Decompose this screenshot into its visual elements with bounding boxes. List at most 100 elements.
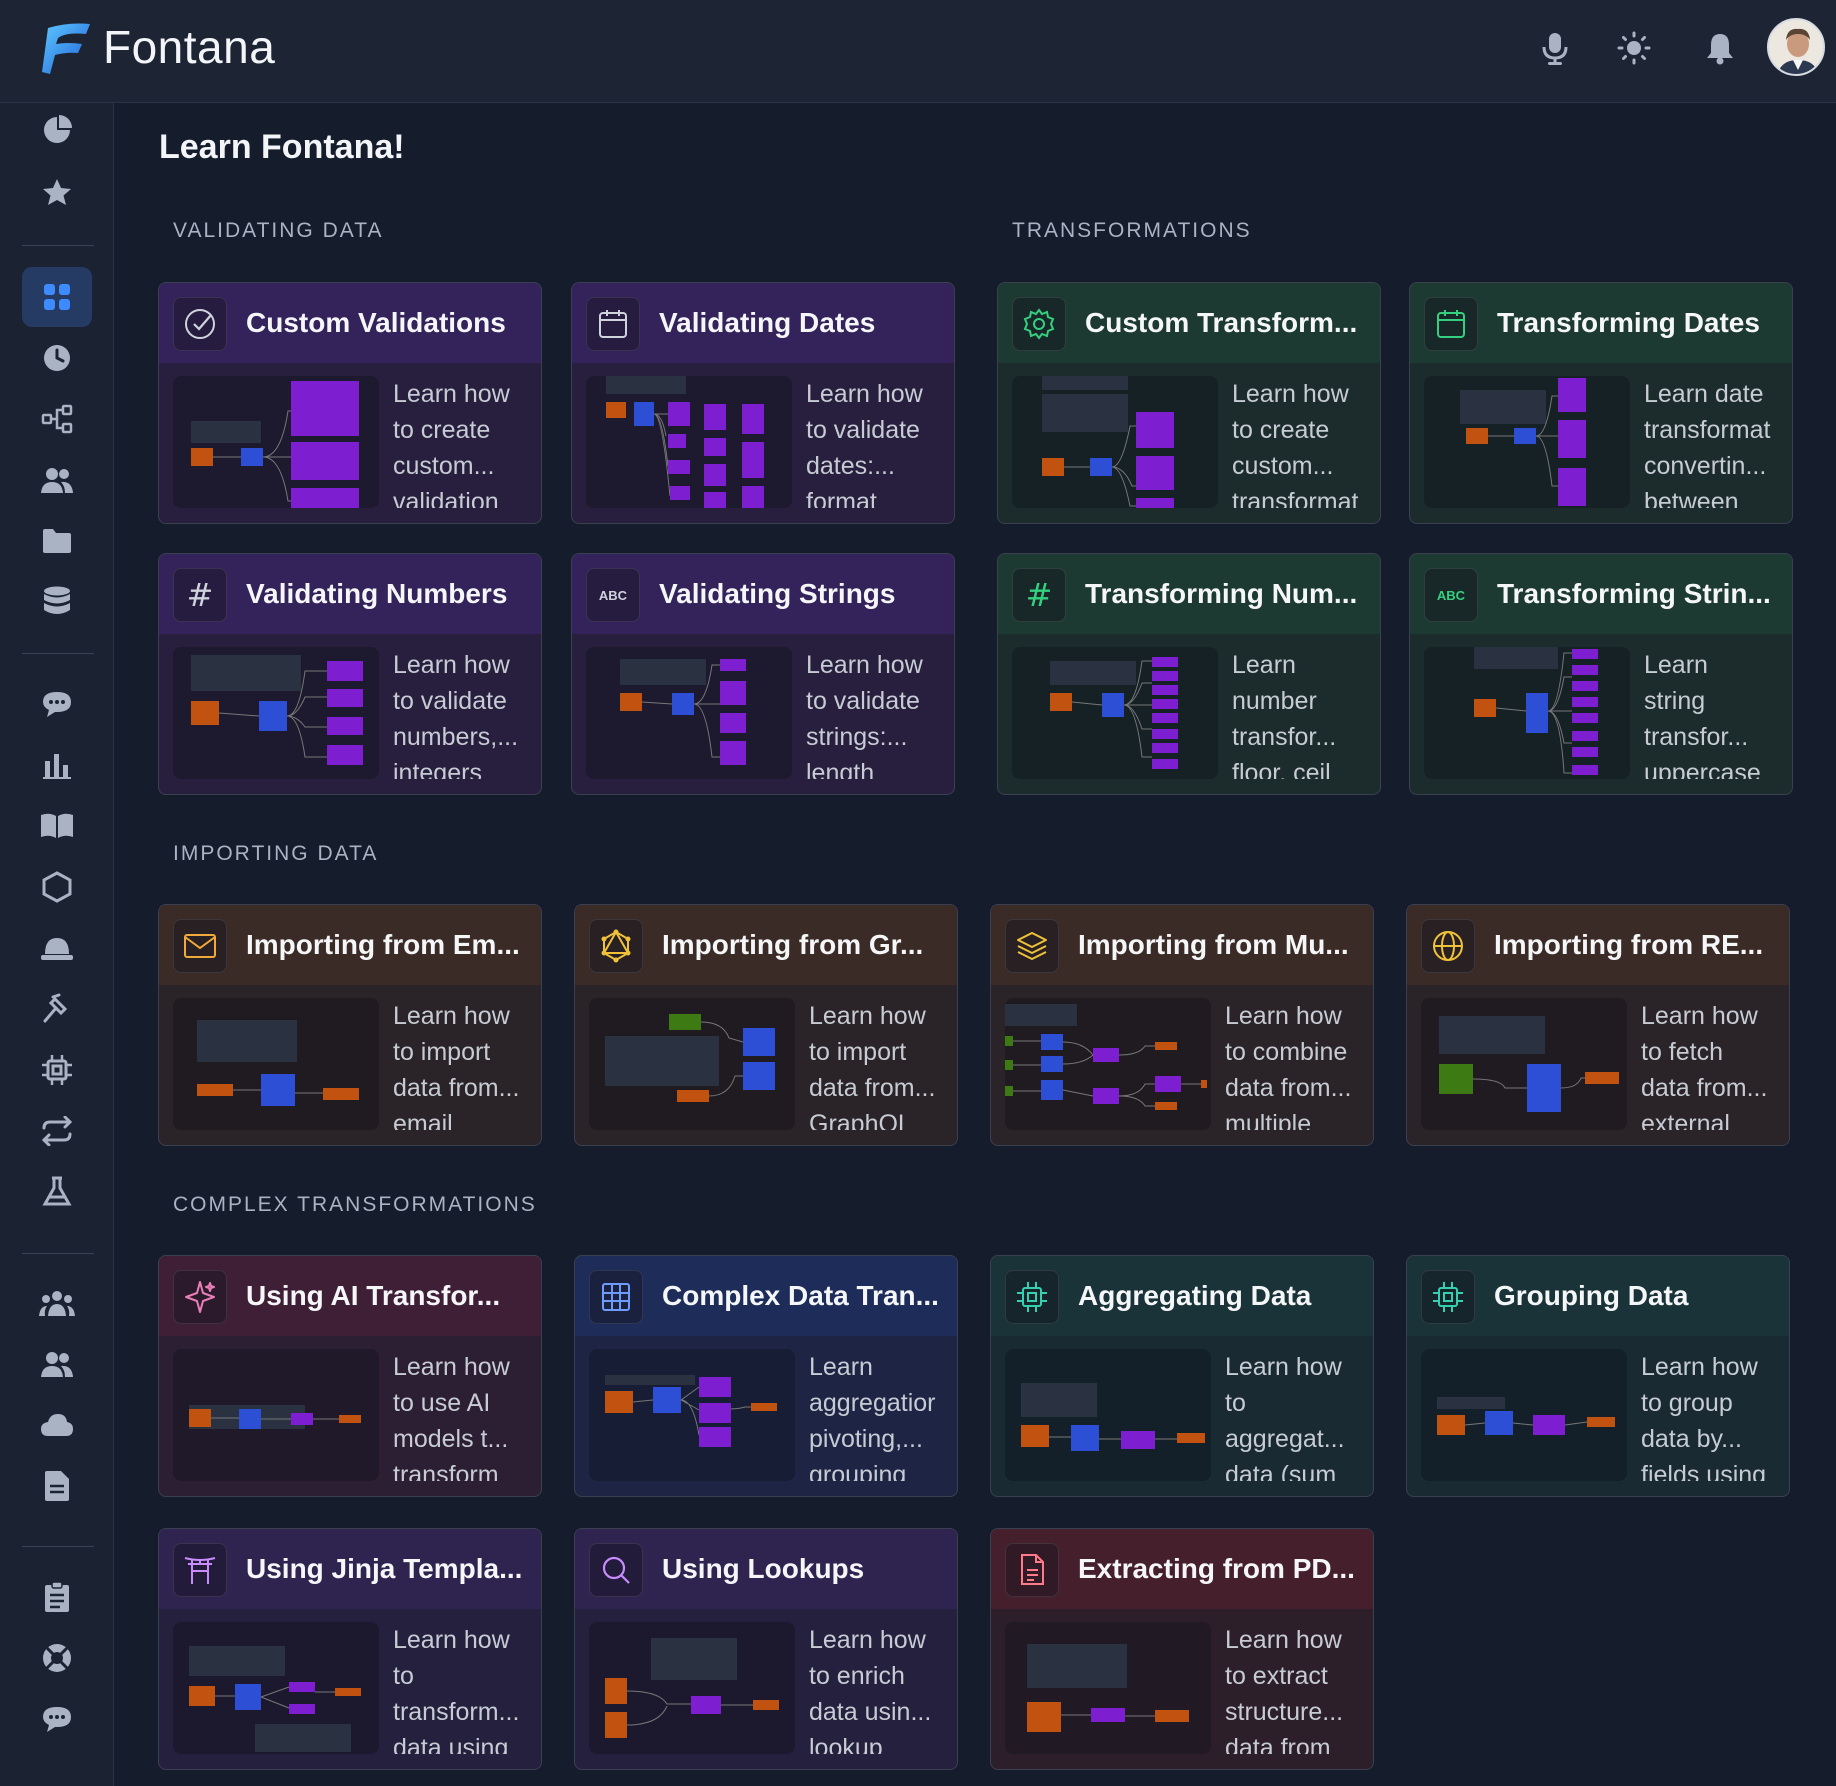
sidebar [0,103,114,1786]
star-icon[interactable] [22,162,92,222]
layers-icon [1005,919,1059,973]
users-icon[interactable] [22,450,92,510]
card-custom-transform[interactable]: Custom Transform... Learn how to create cu… [997,282,1381,524]
book-icon[interactable] [22,796,92,856]
fontana-logo[interactable] [38,20,94,76]
card-thumbnail [589,1349,795,1481]
card-pdf[interactable]: Extracting from PD... Learn how to extrac… [990,1528,1374,1770]
card-header: Validating Dates [572,283,954,363]
card-validating-strings[interactable]: ABC Validating Strings Learn how to valid… [571,553,955,795]
card-description: Learn how to import data from... email [393,1002,520,1130]
mail-icon [173,919,227,973]
cpu-icon [1421,1270,1475,1324]
calendar-icon [1424,297,1478,351]
sun-icon[interactable] [1614,28,1654,68]
card-transforming-dates[interactable]: Transforming Dates Learn date transformat… [1409,282,1793,524]
card-validating-numbers[interactable]: # Validating Numbers Learn how to validat… [158,553,542,795]
message-icon[interactable] [22,1689,92,1749]
repeat-icon[interactable] [22,1101,92,1161]
team-icon[interactable] [22,1273,92,1333]
card-header: Importing from RE... [1407,905,1789,985]
card-header: Using Lookups [575,1529,957,1609]
card-lookups[interactable]: Using Lookups Learn how to enrich data usi… [574,1528,958,1770]
card-importing-re[interactable]: Importing from RE... Learn how to fetch da… [1406,904,1790,1146]
hammer-icon[interactable] [22,979,92,1039]
hexagon-icon[interactable] [22,857,92,917]
flow-icon[interactable] [22,389,92,449]
card-title: Complex Data Tran... [662,1280,939,1311]
card-description: Learn how to validate numbers,... integers [393,651,519,779]
card-thumbnail [1421,1349,1627,1481]
card-header: Importing from Em... [159,905,541,985]
card-description: Learn how to extract structure... data from [1225,1626,1344,1754]
card-description: Learn string transfor... uppercase [1644,651,1761,779]
card-title: Using Jinja Templa... [246,1553,523,1584]
document-icon[interactable] [22,1456,92,1516]
card-description: Learn how to use AI models t... transform [393,1353,510,1481]
card-title: Aggregating Data [1078,1280,1312,1311]
card-title: Validating Numbers [246,578,508,609]
group-icon[interactable] [22,1334,92,1394]
bell-icon[interactable] [1700,28,1740,68]
card-thumbnail [1424,376,1630,508]
card-title: Using AI Transfor... [246,1280,501,1311]
card-description: Learn how to validate dates:... format [806,380,923,508]
chat-icon[interactable] [22,674,92,734]
card-transforming-strin[interactable]: ABC Transforming Strin... Learn string tra… [1409,553,1793,795]
cloud-icon[interactable] [22,1395,92,1455]
page-title: Learn Fontana! [159,128,405,166]
card-thumbnail [1005,998,1211,1130]
card-description: Learn how to combine data from... multiple [1225,1002,1352,1130]
pie-chart-icon[interactable] [22,100,92,160]
avatar[interactable] [1767,18,1825,76]
card-title: Importing from Mu... [1078,929,1349,960]
card-description: Learn aggregatior pivoting,... grouping [809,1353,936,1481]
support-icon[interactable] [22,1628,92,1688]
file-icon [1005,1543,1059,1597]
card-importing-em[interactable]: Importing from Em... Learn how to import d… [158,904,542,1146]
clipboard-icon[interactable] [22,1567,92,1627]
card-description: Learn how to transform... data using [393,1626,520,1754]
card-title: Transforming Strin... [1497,578,1771,609]
card-aggregating[interactable]: Aggregating Data Learn how to aggregat... d… [990,1255,1374,1497]
clock-icon[interactable] [22,328,92,388]
card-thumbnail [1424,647,1630,779]
chip-icon[interactable] [22,1040,92,1100]
bar-chart-icon[interactable] [22,735,92,795]
card-header: Aggregating Data [991,1256,1373,1336]
card-importing-mu[interactable]: Importing from Mu... Learn how to combine… [990,904,1374,1146]
hat-icon[interactable] [22,918,92,978]
folder-icon[interactable] [22,511,92,571]
grid-icon[interactable] [22,267,92,327]
card-thumbnail [173,1622,379,1754]
card-thumbnail [586,647,792,779]
card-description: Learn how to aggregat... data (sum [1225,1353,1345,1481]
card-title: Validating Strings [659,578,896,609]
card-grouping[interactable]: Grouping Data Learn how to group data by..… [1406,1255,1790,1497]
card-custom-validations[interactable]: Custom Validations Learn how to create cus… [158,282,542,524]
card-jinja[interactable]: Using Jinja Templa... Learn how to transfo… [158,1528,542,1770]
card-header: Extracting from PD... [991,1529,1373,1609]
card-thumbnail [589,998,795,1130]
flask-icon[interactable] [22,1162,92,1222]
card-importing-gr[interactable]: Importing from Gr... Learn how to import d… [574,904,958,1146]
card-header: Using AI Transfor... [159,1256,541,1336]
card-complex-data[interactable]: Complex Data Tran... Learn aggregatior piv… [574,1255,958,1497]
card-header: Using Jinja Templa... [159,1529,541,1609]
card-title: Custom Transform... [1085,307,1358,338]
card-thumbnail [1005,1622,1211,1754]
section-title-importing: IMPORTING DATA [173,842,379,865]
card-using-ai[interactable]: Using AI Transfor... Learn how to use AI m… [158,1255,542,1497]
card-thumbnail [589,1622,795,1754]
card-transforming-num[interactable]: # Transforming Num... Learn number transfo… [997,553,1381,795]
card-title: Extracting from PD... [1078,1553,1355,1584]
top-bar: Fontana [0,0,1836,103]
card-thumbnail [173,376,379,508]
microphone-icon[interactable] [1535,28,1575,68]
app-name: Fontana [103,21,276,73]
card-header: ABC Validating Strings [572,554,954,634]
card-validating-dates[interactable]: Validating Dates Learn how to validate dat… [571,282,955,524]
card-thumbnail [1005,1349,1211,1481]
database-icon[interactable] [22,572,92,632]
card-description: Learn how to group data by... fields using [1641,1353,1767,1481]
